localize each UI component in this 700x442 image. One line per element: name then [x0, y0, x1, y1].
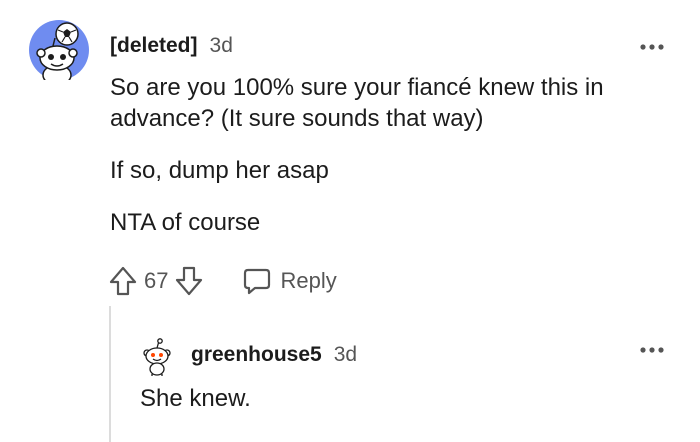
speech-bubble-icon [244, 268, 271, 295]
thread-line[interactable] [109, 306, 111, 442]
snoo-avatar-icon[interactable] [140, 338, 174, 376]
comment-actions: 67 Reply [108, 264, 337, 298]
comment-paragraph: If so, dump her asap [110, 157, 329, 184]
reply-header: greenhouse5 3d [191, 343, 357, 367]
reply-text: She knew. [140, 385, 251, 412]
reply-button-label: Reply [280, 268, 337, 293]
comment-author[interactable]: [deleted] [110, 34, 198, 58]
reply-timestamp[interactable]: 3d [334, 343, 357, 367]
comment-timestamp[interactable]: 3d [210, 34, 233, 58]
comment-paragraph: NTA of course [110, 209, 261, 236]
downvote-icon[interactable] [174, 265, 204, 297]
upvote-icon[interactable] [108, 265, 138, 297]
reply-button[interactable]: Reply [242, 266, 337, 296]
user-avatar[interactable] [29, 20, 89, 80]
reply-author[interactable]: greenhouse5 [191, 343, 322, 367]
more-options-icon[interactable] [639, 42, 665, 52]
vote-score: 67 [144, 268, 169, 293]
comment-thread: [deleted] 3d So are you 100% sure your f… [0, 0, 700, 442]
more-options-icon[interactable] [639, 345, 665, 355]
comment-header: [deleted] 3d [110, 34, 233, 58]
comment-paragraph: So are you 100% sure your fiancé knew th… [110, 74, 604, 132]
